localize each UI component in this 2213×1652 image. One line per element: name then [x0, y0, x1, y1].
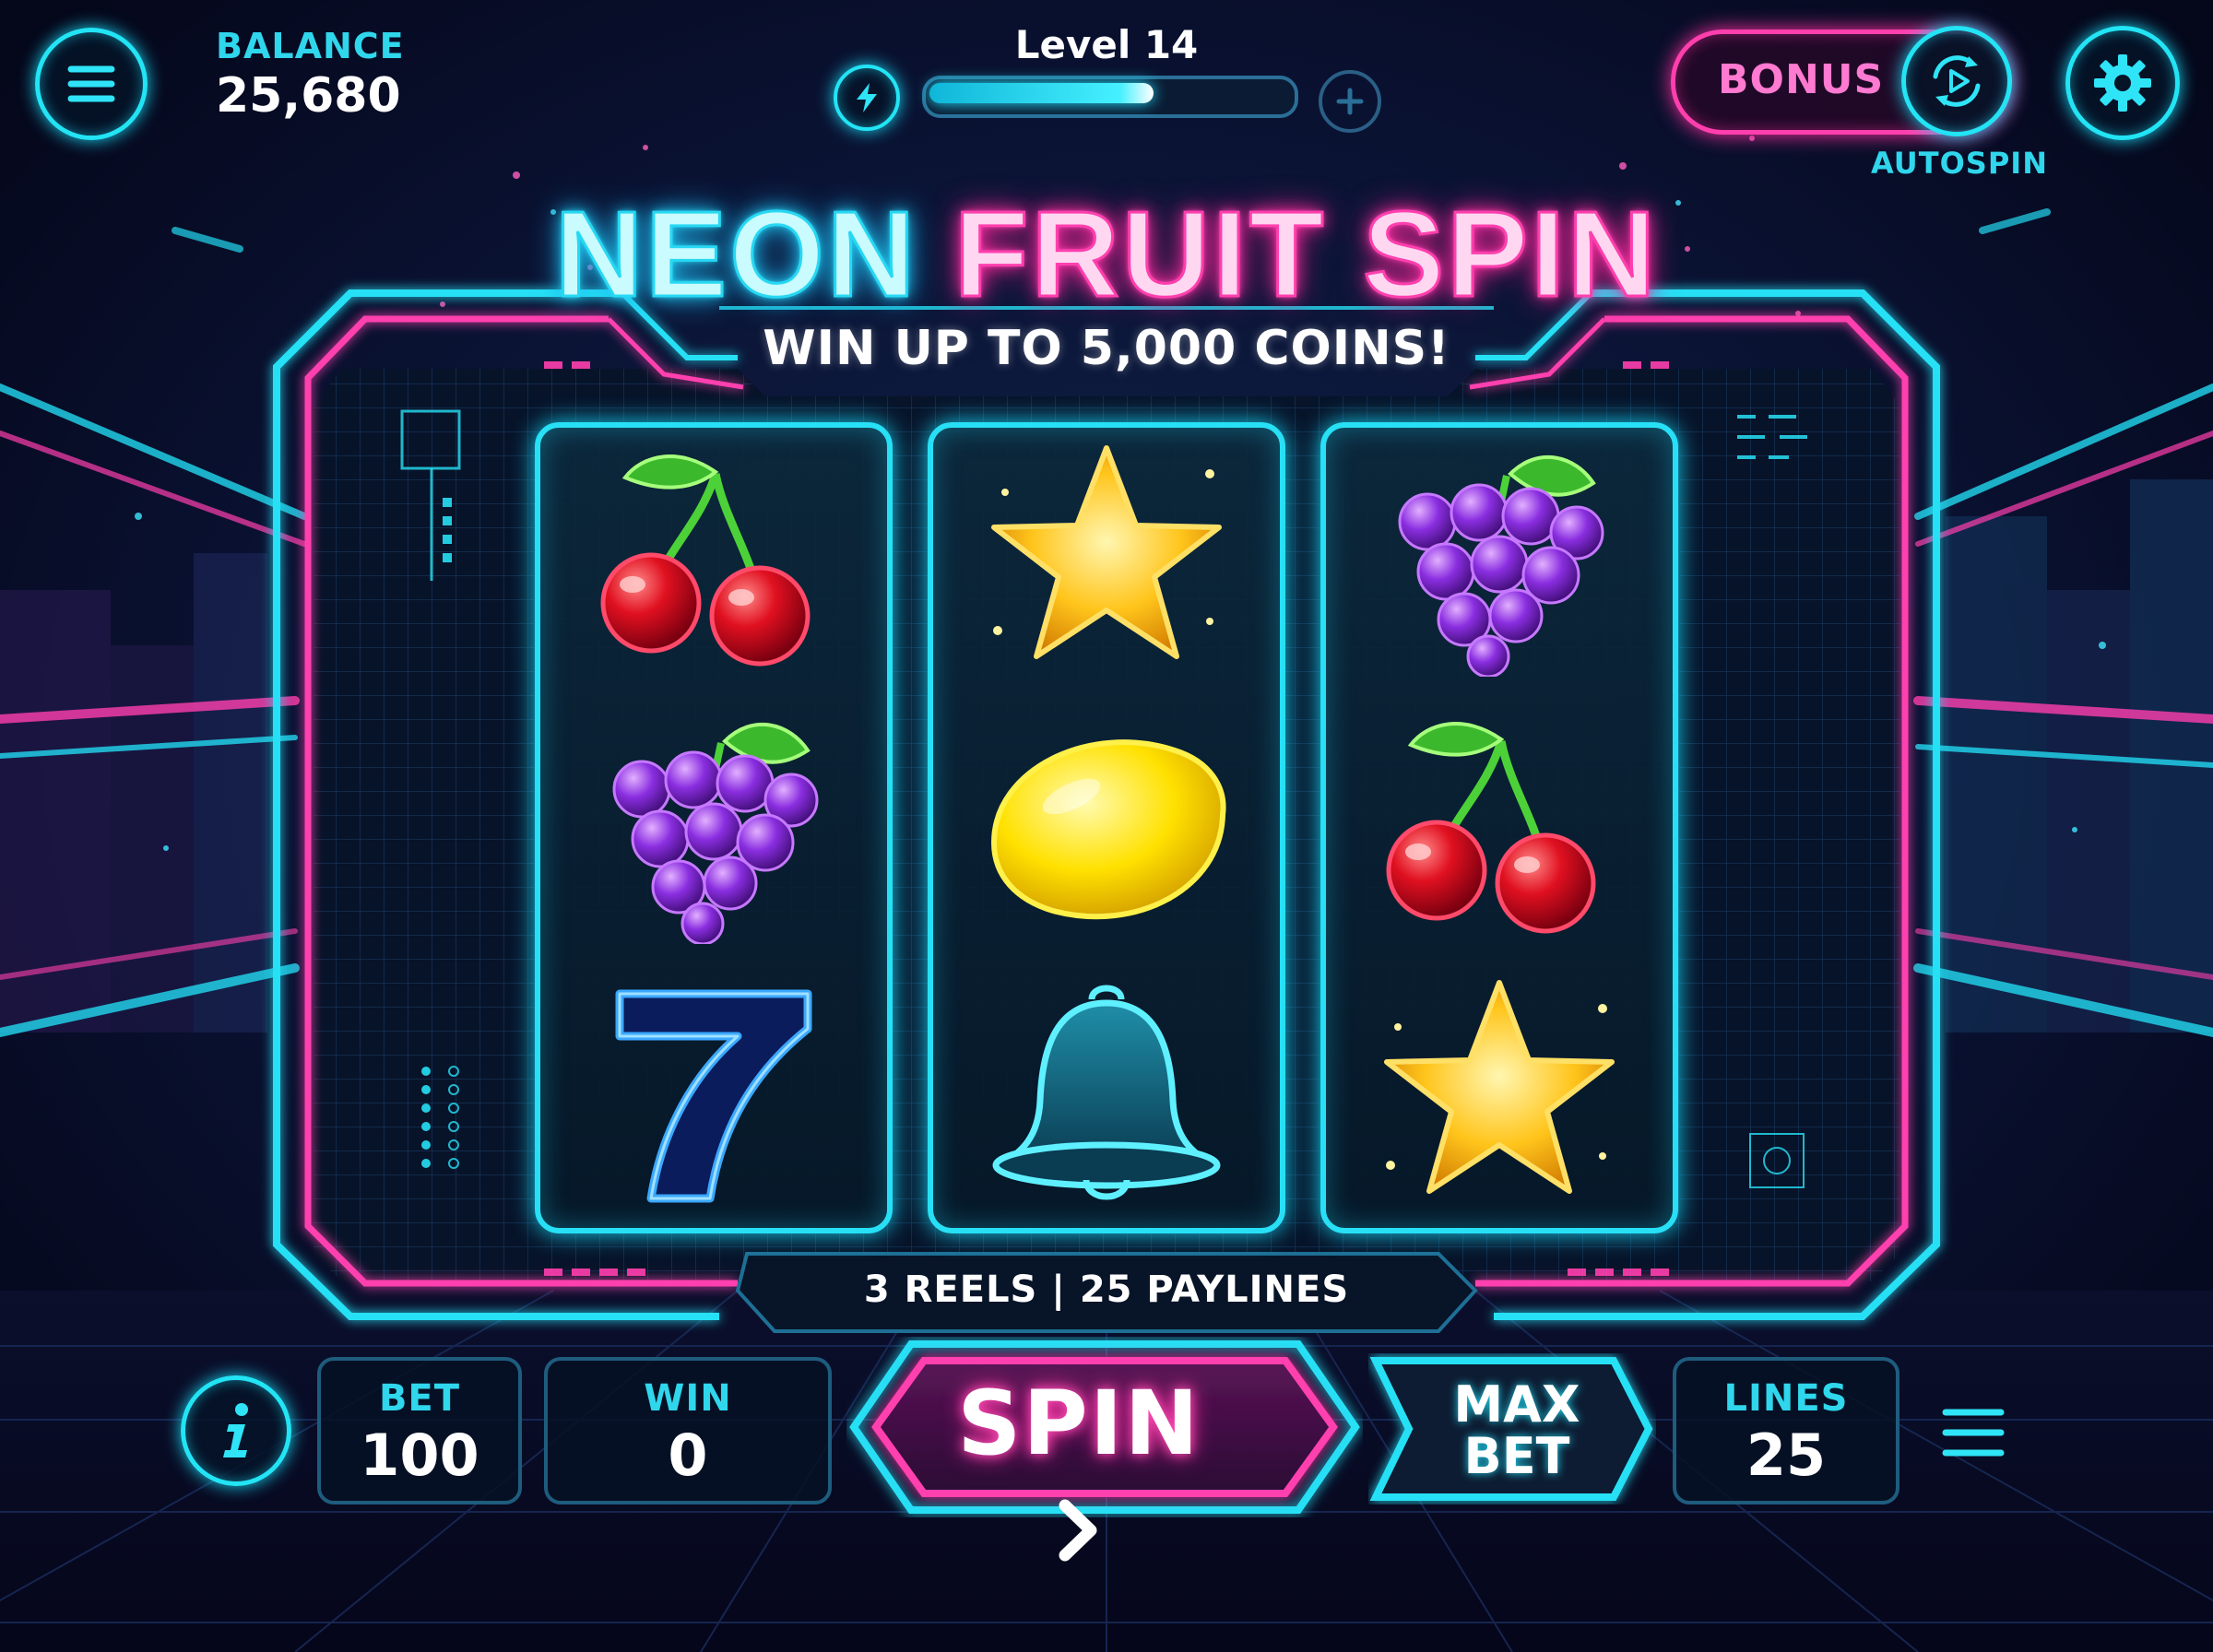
bet-label: BET	[378, 1377, 461, 1420]
level-progress-fill	[929, 83, 1154, 103]
star-symbol-icon	[991, 445, 1222, 659]
reels-paylines-text: 3 REELS | 25 PAYLINES	[863, 1268, 1350, 1311]
title-part-neon: NEON	[553, 185, 918, 324]
max-bet-line-2: BET	[1463, 1427, 1570, 1485]
title-part-fruit-spin: FRUIT SPIN	[953, 185, 1659, 324]
info-icon	[223, 1403, 248, 1457]
autospin-icon	[1933, 55, 1981, 107]
reel-3	[1320, 422, 1678, 1233]
reel-1-symbol-1	[540, 437, 887, 677]
reels-paylines-info: 3 REELS | 25 PAYLINES	[0, 1268, 2213, 1311]
reel-1	[535, 422, 893, 1233]
spin-label: SPIN	[931, 1372, 1226, 1578]
star-symbol-icon	[1384, 980, 1615, 1194]
win-display: WIN 0	[544, 1357, 832, 1504]
menu-button[interactable]	[35, 28, 148, 140]
lemon-symbol-icon	[990, 739, 1226, 920]
info-button[interactable]	[181, 1375, 291, 1486]
bonus-label: BONUS	[1718, 56, 1885, 103]
paytable-button[interactable]	[1936, 1401, 2010, 1466]
level-label: Level 14	[1014, 22, 1199, 67]
settings-button[interactable]	[2065, 26, 2180, 140]
seven-symbol-icon	[615, 989, 812, 1203]
list-icon	[1942, 1409, 2005, 1457]
reel-2-symbol-3	[933, 972, 1280, 1211]
hamburger-menu-icon	[67, 65, 115, 102]
bet-display[interactable]: BET 100	[317, 1357, 522, 1504]
cherry-symbol-icon	[600, 454, 811, 667]
cherry-symbol-icon	[1386, 722, 1596, 934]
balance-label: BALANCE	[216, 26, 405, 66]
title-subtitle: WIN UP TO 5,000 COINS!	[763, 321, 1450, 376]
game-title: NEON FRUIT SPIN	[0, 184, 2213, 324]
win-label: WIN	[644, 1377, 732, 1420]
lines-value: 25	[1746, 1422, 1827, 1489]
lines-label: LINES	[1723, 1377, 1849, 1420]
gear-icon	[2094, 54, 2151, 112]
add-button[interactable]	[1319, 70, 1381, 133]
spin-text: SPIN	[957, 1372, 1201, 1475]
reel-1-symbol-2	[540, 704, 887, 944]
reel-2	[928, 422, 1285, 1233]
bell-symbol-icon	[992, 985, 1221, 1200]
level-progress-bar	[922, 76, 1298, 118]
grapes-symbol-icon	[612, 723, 819, 944]
lightning-icon	[857, 83, 877, 112]
grapes-symbol-icon	[1398, 455, 1604, 677]
balance-value: 25,680	[216, 68, 401, 124]
lines-display[interactable]: LINES 25	[1673, 1357, 1899, 1504]
reel-2-symbol-2	[933, 704, 1280, 944]
reel-3-symbol-1	[1326, 437, 1673, 677]
chevron-right-icon	[1059, 1499, 1097, 1562]
plus-icon	[1336, 88, 1364, 115]
max-bet-line-1: MAX	[1453, 1375, 1580, 1434]
xp-boost-button[interactable]	[834, 65, 900, 131]
bet-value: 100	[360, 1422, 479, 1489]
win-value: 0	[668, 1422, 708, 1489]
max-bet-label: MAX BET	[1383, 1379, 1651, 1482]
reel-3-symbol-2	[1326, 704, 1673, 944]
reel-2-symbol-1	[933, 437, 1280, 677]
reel-1-symbol-3	[540, 972, 887, 1211]
autospin-label: AUTOSPIN	[1871, 146, 2048, 181]
autospin-button[interactable]	[1901, 26, 2012, 136]
reel-3-symbol-3	[1326, 972, 1673, 1211]
